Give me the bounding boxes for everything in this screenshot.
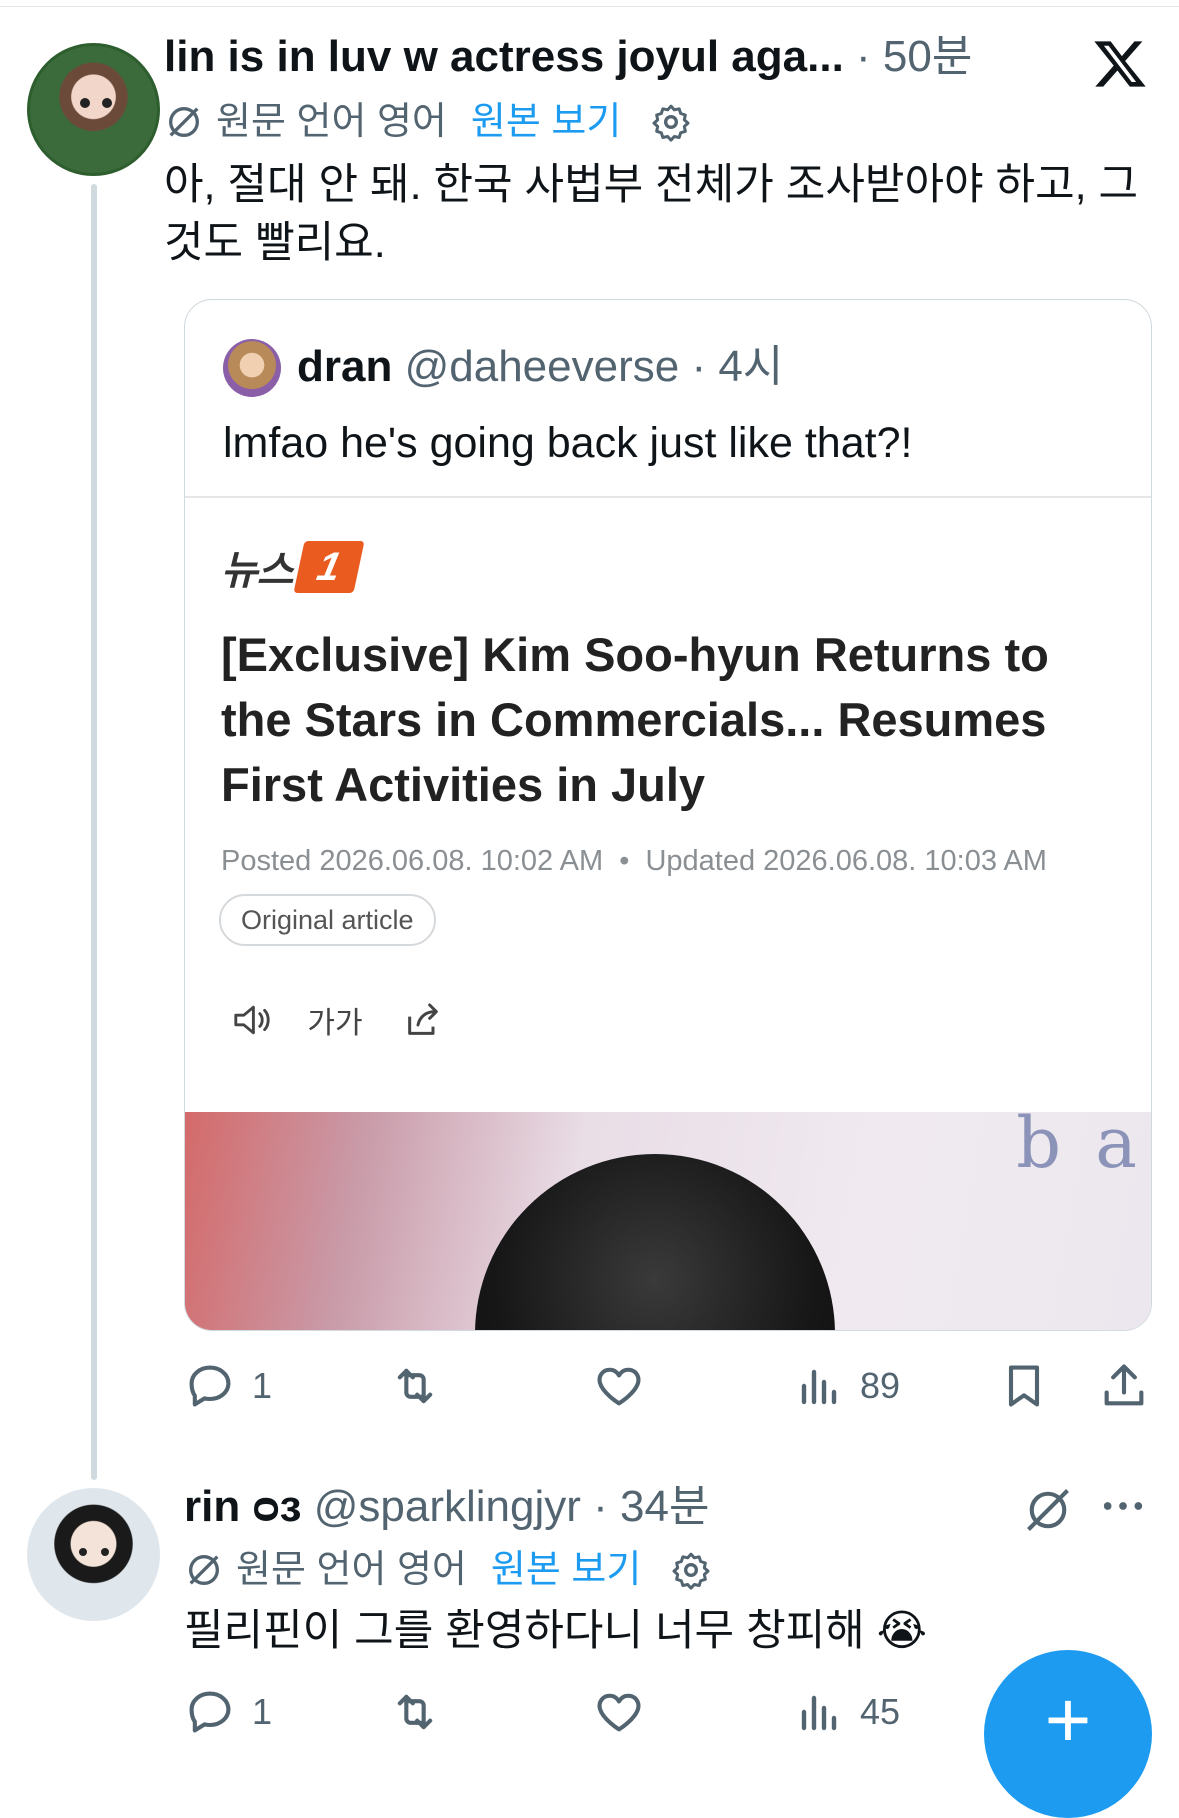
like-button[interactable] xyxy=(592,1356,662,1416)
tweet-text: 아, 절대 안 돼. 한국 사법부 전체가 조사받아야 하고, 그것도 빨리요. xyxy=(164,161,1139,267)
reply-count: 1 xyxy=(252,1691,273,1732)
posted-value: 2026.06.08. 10:02 AM xyxy=(319,845,604,877)
article-headline: [Exclusive] Kim Soo-hyun Returns to the … xyxy=(221,628,1049,811)
reply-icon xyxy=(189,1365,231,1407)
tweet-header: rin ᴑᴈ @sparklingjyr · 34분 xyxy=(184,1480,709,1534)
updated-value: 2026.06.08. 10:03 AM xyxy=(763,845,1047,877)
tweet-time[interactable]: · 34분 xyxy=(593,1482,709,1531)
show-original-link[interactable]: 원본 보기 xyxy=(471,98,621,146)
quoted-display-name: dran xyxy=(297,342,393,391)
article-photo: b a xyxy=(185,1112,1151,1330)
reply-button[interactable]: 1 xyxy=(184,1356,272,1416)
views-icon xyxy=(801,1369,837,1405)
font-size-icon[interactable]: 가가 xyxy=(305,996,365,1044)
gear-icon[interactable] xyxy=(651,102,691,142)
grok-icon[interactable] xyxy=(1022,1484,1074,1536)
updated-label: Updated xyxy=(645,845,756,877)
news-source-logo: 뉴스 1 xyxy=(221,537,365,597)
original-article-button[interactable]: Original article xyxy=(219,894,436,946)
reply-count: 1 xyxy=(252,1365,273,1406)
display-name[interactable]: rin ᴑᴈ xyxy=(184,1482,302,1531)
translate-icon xyxy=(169,107,199,137)
bookmark-icon xyxy=(1008,1365,1040,1407)
translation-label: 원문 언어 영어 xyxy=(236,1549,467,1591)
retweet-icon xyxy=(397,1368,433,1404)
share-icon xyxy=(1104,1364,1144,1406)
handle[interactable]: @sparklingjyr xyxy=(314,1482,581,1531)
views-button[interactable]: 45 xyxy=(796,1682,900,1742)
tweet-header: lin is in luv w actress joyul aga... · 5… xyxy=(164,30,972,84)
article-meta: Posted 2026.06.08. 10:02 AM • Updated 20… xyxy=(221,845,1047,878)
translate-icon xyxy=(189,1555,219,1585)
speaker-icon[interactable] xyxy=(225,996,285,1044)
show-original-link[interactable]: 원본 보기 xyxy=(491,1546,641,1594)
more-icon[interactable] xyxy=(1100,1494,1146,1518)
tweet-time[interactable]: · 50분 xyxy=(856,32,972,81)
quoted-handle: @daheeverse xyxy=(404,342,680,391)
translation-row: 원문 언어 영어 원본 보기 xyxy=(184,1546,711,1594)
retweet-icon xyxy=(397,1694,433,1730)
views-count: 45 xyxy=(860,1691,901,1732)
photo-subject xyxy=(475,1154,835,1330)
retweet-button[interactable] xyxy=(388,1682,458,1742)
like-icon xyxy=(597,1367,641,1406)
tweet-text: 필리핀이 그를 환영하다니 너무 창피해 😭 xyxy=(184,1607,927,1655)
like-icon xyxy=(597,1693,641,1732)
display-name[interactable]: lin is in luv w actress joyul aga... xyxy=(164,32,844,81)
views-button[interactable]: 89 xyxy=(796,1356,900,1416)
photo-backdrop-text: b a xyxy=(1016,1112,1143,1184)
quoted-header: dran @daheeverse · 4시 xyxy=(297,340,783,394)
quoted-tweet-card[interactable]: dran @daheeverse · 4시 lmfao he's going b… xyxy=(184,299,1152,1331)
meta-separator: • xyxy=(619,845,630,877)
avatar[interactable] xyxy=(27,1488,160,1621)
news-logo-badge: 1 xyxy=(293,541,365,593)
compose-button[interactable]: + xyxy=(984,1650,1152,1818)
top-divider xyxy=(0,6,1179,7)
posted-label: Posted xyxy=(221,845,312,877)
retweet-button[interactable] xyxy=(388,1356,458,1416)
quoted-avatar xyxy=(223,339,281,397)
translation-label: 원문 언어 영어 xyxy=(216,101,447,143)
share-article-icon[interactable] xyxy=(393,996,453,1044)
quoted-divider xyxy=(185,496,1151,498)
share-button[interactable] xyxy=(1098,1356,1150,1416)
views-icon xyxy=(801,1695,837,1731)
reply-button[interactable]: 1 xyxy=(184,1682,272,1742)
reply-icon xyxy=(189,1691,231,1733)
x-logo-icon[interactable] xyxy=(1092,36,1148,92)
news-logo-text: 뉴스 xyxy=(221,549,294,593)
avatar[interactable] xyxy=(27,43,160,176)
font-size-label: 가가 xyxy=(307,1007,363,1040)
translation-row: 원문 언어 영어 원본 보기 xyxy=(164,98,691,146)
quoted-time: · 4시 xyxy=(691,342,784,391)
quoted-text: lmfao he's going back just like that?! xyxy=(223,419,913,467)
plus-icon: + xyxy=(1044,1675,1092,1764)
thread-line xyxy=(91,184,97,1480)
bookmark-button[interactable] xyxy=(998,1356,1050,1416)
views-count: 89 xyxy=(860,1365,901,1406)
gear-icon[interactable] xyxy=(671,1550,711,1590)
like-button[interactable] xyxy=(592,1682,662,1742)
